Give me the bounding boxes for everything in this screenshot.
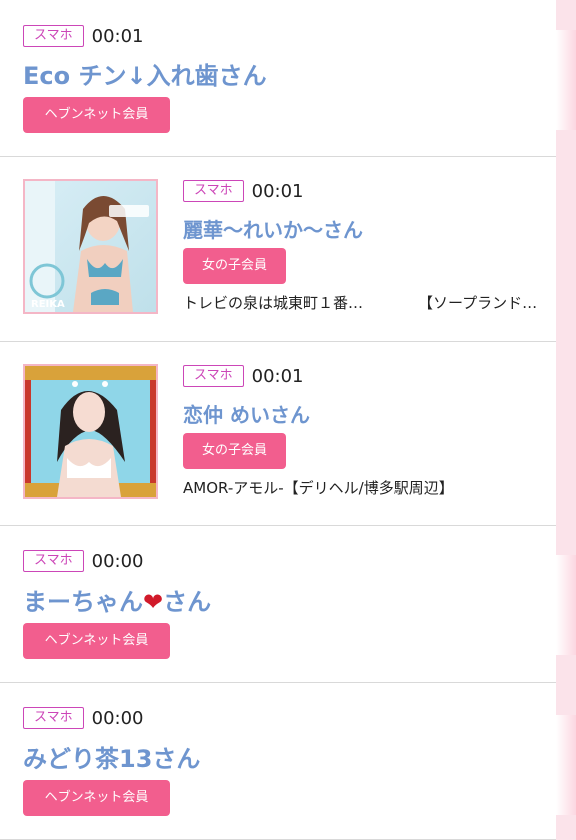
edge-decoration [556,715,576,815]
post-card[interactable]: スマホ 00:00 みどり茶13さん ヘブンネット会員 [0,683,556,840]
member-badge: 女の子会員 [183,433,286,469]
member-badge: ヘブンネット会員 [23,97,170,133]
post-meta: スマホ 00:01 [183,364,304,388]
poster-thumbnail[interactable]: REIKA [23,179,158,314]
post-meta: スマホ 00:01 [183,179,304,203]
device-badge: スマホ [183,180,244,202]
post-card[interactable]: REIKA スマホ 00:01 麗華〜れいか〜さん 女の子会員 トレビの泉は城東… [0,157,556,342]
post-time: 00:01 [91,25,144,47]
post-meta: スマホ 00:00 [23,549,144,573]
post-meta: スマホ 00:00 [23,706,144,730]
poster-thumbnail[interactable] [23,364,158,499]
poster-name[interactable]: 恋仲 めいさん [183,399,310,428]
member-badge: ヘブンネット会員 [23,623,170,659]
member-badge: ヘブンネット会員 [23,780,170,816]
poster-name[interactable]: Eco チン↓入れ歯さん [23,56,267,91]
shop-category[interactable]: 【ソープランド… [418,292,537,313]
poster-name-suffix: さん [163,588,212,616]
edge-decoration [556,555,576,655]
page-edge [556,0,576,840]
post-card[interactable]: スマホ 00:01 Eco チン↓入れ歯さん ヘブンネット会員 [0,0,556,157]
device-badge: スマホ [23,25,84,47]
device-badge: スマホ [23,550,84,572]
heart-icon: ❤ [143,588,164,616]
post-time: 00:01 [251,180,304,202]
post-feed: スマホ 00:01 Eco チン↓入れ歯さん ヘブンネット会員 REIKA スマ… [0,0,556,840]
post-card[interactable]: スマホ 00:00 まーちゃん❤さん ヘブンネット会員 [0,526,556,683]
post-time: 00:00 [91,550,144,572]
post-time: 00:01 [251,365,304,387]
device-badge: スマホ [183,365,244,387]
poster-name[interactable]: みどり茶13さん [23,739,200,774]
post-time: 00:00 [91,707,144,729]
poster-name-text: まーちゃん [23,588,143,616]
device-badge: スマホ [23,707,84,729]
poster-name[interactable]: 麗華〜れいか〜さん [183,214,363,243]
post-card[interactable]: スマホ 00:01 恋仲 めいさん 女の子会員 AMOR-アモル-【デリヘル/博… [0,342,556,526]
poster-name[interactable]: まーちゃん❤さん [23,582,211,617]
shop-name[interactable]: AMOR-アモル-【デリヘル/博多駅周辺】 [183,477,454,498]
shop-name[interactable]: トレビの泉は城東町１番… [183,292,363,313]
thumbnail-caption: REIKA [31,299,65,310]
edge-decoration [556,30,576,130]
post-meta: スマホ 00:01 [23,24,144,48]
member-badge: 女の子会員 [183,248,286,284]
